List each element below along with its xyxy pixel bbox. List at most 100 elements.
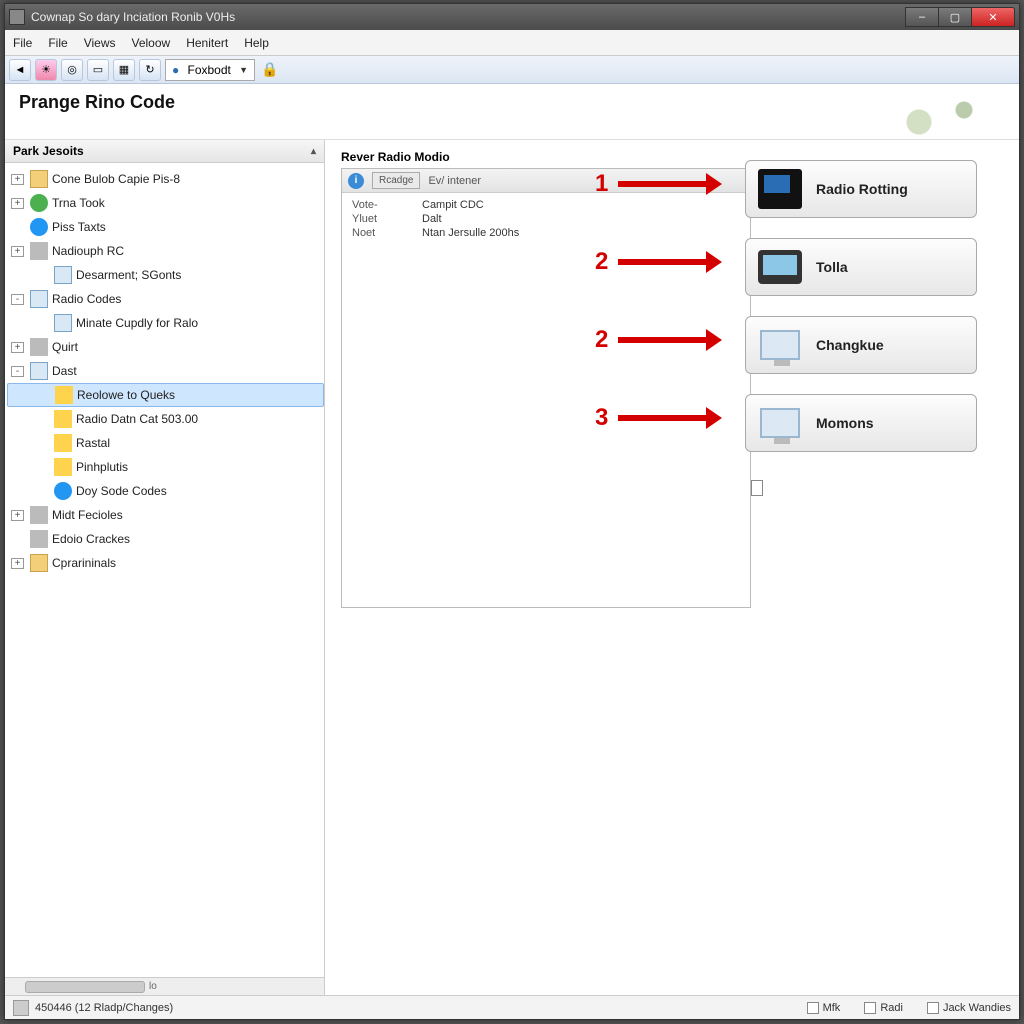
action-label: Changkue	[816, 337, 884, 353]
tree-item-label: Desarment; SGonts	[76, 268, 181, 282]
close-button[interactable]: ✕	[971, 7, 1015, 27]
scroll-thumb[interactable]	[25, 981, 145, 993]
pc-icon	[760, 330, 800, 360]
status-check-3[interactable]: Jack Wandies	[927, 1002, 1011, 1014]
grey-icon	[30, 242, 48, 260]
sidebar: Park Jesoits ▴ + Cone Bulob Capie Pis-8 + T…	[5, 140, 325, 995]
tree-item-label: Midt Fecioles	[52, 508, 123, 522]
expander-icon[interactable]: -	[11, 366, 24, 377]
expander-icon[interactable]: +	[11, 558, 24, 569]
expander-icon[interactable]: +	[11, 246, 24, 257]
horizontal-scrollbar[interactable]: lo	[5, 977, 324, 995]
menu-file-2[interactable]: File	[48, 36, 67, 50]
expander-icon[interactable]: +	[11, 342, 24, 353]
maximize-button[interactable]: ▢	[938, 7, 972, 27]
context-select-label: Foxbodt	[187, 63, 230, 77]
monitor-icon	[54, 314, 72, 332]
menu-help[interactable]: Help	[244, 36, 269, 50]
tree-item-label: Doy Sode Codes	[76, 484, 167, 498]
tree-item[interactable]: Doy Sode Codes	[7, 479, 324, 503]
tree-item-label: Quirt	[52, 340, 78, 354]
globe-button[interactable]: ◎	[61, 59, 83, 81]
tree-item[interactable]: Piss Taxts	[7, 215, 324, 239]
lock-icon[interactable]: 🔒	[259, 59, 281, 81]
tree-item[interactable]: + Cprarininals	[7, 551, 324, 575]
tree-item[interactable]: Pinhplutis	[7, 455, 324, 479]
refresh-button[interactable]: ↻	[139, 59, 161, 81]
tower-icon	[758, 169, 802, 209]
info-value: Campit CDC	[422, 199, 740, 211]
map-button[interactable]: ☀	[35, 59, 57, 81]
tree-item-label: Dast	[52, 364, 77, 378]
expander-icon[interactable]: +	[11, 174, 24, 185]
yellow-icon	[54, 410, 72, 428]
folder-icon	[30, 170, 48, 188]
tree-item[interactable]: -Radio Codes	[7, 287, 324, 311]
tree-item-label: Piss Taxts	[52, 220, 106, 234]
tree-item-label: Trna Took	[52, 196, 105, 210]
expander-icon[interactable]: -	[11, 294, 24, 305]
monitor-icon	[30, 290, 48, 308]
blue-icon	[30, 218, 48, 236]
action-button[interactable]: Radio Rotting	[745, 160, 977, 218]
tree-item[interactable]: + Cone Bulob Capie Pis-8	[7, 167, 324, 191]
tree-item[interactable]: Rastal	[7, 431, 324, 455]
tree-item[interactable]: + Trna Took	[7, 191, 324, 215]
tree-item[interactable]: + Quirt	[7, 335, 324, 359]
info-key: Noet	[352, 227, 422, 239]
tree-item[interactable]: + Midt Fecioles	[7, 503, 324, 527]
window-title: Cownap So dary Inciation Ronib V0Hs	[31, 10, 906, 24]
info-tab-1[interactable]: Rcadge	[372, 172, 420, 189]
tree-item[interactable]: Radio Datn Cat 503.00	[7, 407, 324, 431]
action-button[interactable]: Changkue	[745, 316, 977, 374]
status-check-1[interactable]: Mfk	[807, 1002, 841, 1014]
tree-item[interactable]: +Nadiouph RC	[7, 239, 324, 263]
statusbar: 450446 (12 Rladp/Changes) Mfk Radi Jack …	[5, 995, 1019, 1019]
grey-icon	[30, 506, 48, 524]
tree-item[interactable]: - Dast	[7, 359, 324, 383]
context-select[interactable]: ● Foxbodt ▼	[165, 59, 255, 81]
expander-icon[interactable]: +	[11, 198, 24, 209]
grid-button[interactable]: ▦	[113, 59, 135, 81]
menubar: File File Views Veloow Henitert Help	[5, 30, 1019, 56]
menu-file[interactable]: File	[13, 36, 32, 50]
pc-icon	[760, 408, 800, 438]
annotation-1: 1	[595, 170, 708, 198]
monitor-icon	[54, 266, 72, 284]
status-check-2[interactable]: Radi	[864, 1002, 903, 1014]
minimize-button[interactable]: –	[905, 7, 939, 27]
tree-item[interactable]: Minate Cupdly for Ralo	[7, 311, 324, 335]
info-value: Dalt	[422, 213, 740, 225]
page-header: Prange Rino Code	[5, 84, 1019, 140]
status-icon	[13, 1000, 29, 1016]
folder-icon	[30, 554, 48, 572]
menu-views[interactable]: Views	[84, 36, 116, 50]
status-text: 450446 (12 Rladp/Changes)	[35, 1002, 173, 1014]
tree-item-label: Cone Bulob Capie Pis-8	[52, 172, 180, 186]
expander-icon[interactable]: +	[11, 510, 24, 521]
tree-item[interactable]: Desarment; SGonts	[7, 263, 324, 287]
yellow-icon	[54, 434, 72, 452]
tree-item-label: Rastal	[76, 436, 110, 450]
tree-item-label: Reolowe to Queks	[77, 388, 175, 402]
content-area: Rever Radio Modio i Rcadge Ev/ intener V…	[325, 140, 1019, 995]
green-icon	[30, 194, 48, 212]
window-button[interactable]: ▭	[87, 59, 109, 81]
tree-item[interactable]: Edoio Crackes	[7, 527, 324, 551]
info-tab-2[interactable]: Ev/ intener	[428, 175, 481, 187]
tree-item[interactable]: Reolowe to Queks	[7, 383, 324, 407]
info-value: Ntan Jersulle 200hs	[422, 227, 740, 239]
action-button[interactable]: Tolla	[745, 238, 977, 296]
back-button[interactable]: ◄	[9, 59, 31, 81]
action-button[interactable]: Momons	[745, 394, 977, 452]
info-key: Vote-	[352, 199, 422, 211]
scroll-label: lo	[149, 981, 157, 992]
sidebar-title[interactable]: Park Jesoits ▴	[5, 140, 324, 163]
tree-item-label: Edoio Crackes	[52, 532, 130, 546]
action-label: Tolla	[816, 259, 848, 275]
menu-veloow[interactable]: Veloow	[131, 36, 170, 50]
annotation-4: 3	[595, 404, 708, 432]
tree-item-label: Cprarininals	[52, 556, 116, 570]
menu-henitert[interactable]: Henitert	[186, 36, 228, 50]
page-title: Prange Rino Code	[19, 92, 1005, 113]
